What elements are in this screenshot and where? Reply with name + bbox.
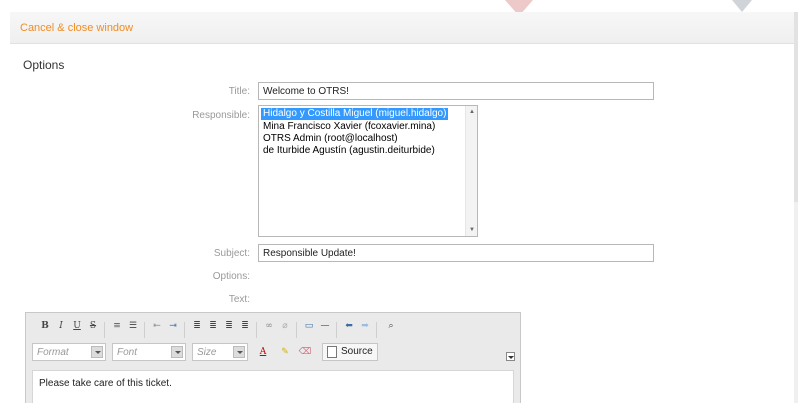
underline-icon[interactable]: U [70, 319, 84, 333]
unlink-icon[interactable]: ⌀ [278, 319, 292, 333]
source-button[interactable]: Source [322, 343, 378, 361]
link-icon[interactable]: ∞ [262, 319, 276, 333]
cancel-close-link[interactable]: Cancel & close window [20, 22, 133, 34]
title-label: Title: [228, 86, 250, 97]
format-placeholder: Format [37, 347, 69, 358]
image-icon[interactable]: ▭ [302, 319, 316, 333]
toolbar-separator [296, 322, 297, 338]
toolbar-separator [104, 322, 105, 338]
align-left-icon[interactable]: ≣ [190, 319, 204, 333]
undo-icon[interactable]: ⬅ [342, 319, 356, 333]
responsible-select[interactable]: Hidalgo y Costilla Miguel (miguel.hidalg… [258, 105, 478, 237]
background-color-icon[interactable]: ✎ [278, 345, 292, 359]
horizontal-rule-icon[interactable]: — [318, 319, 332, 333]
responsible-option-selected[interactable]: Hidalgo y Costilla Miguel (miguel.hidalg… [261, 108, 449, 120]
rich-text-editor[interactable]: B I U S ≡ ☰ ⇤ ⇥ ≣ ≣ ≣ ≣ ∞ ⌀ ▭ — ⬅ ➡ ⌕ Fo… [25, 312, 521, 403]
outdent-icon[interactable]: ⇤ [150, 319, 164, 333]
scroll-up-icon[interactable]: ▲ [469, 109, 475, 115]
responsible-scrollbar[interactable]: ▲ ▼ [465, 106, 477, 236]
responsible-option[interactable]: Mina Francisco Xavier (fcoxavier.mina) [261, 121, 437, 133]
size-dropdown[interactable]: Size [192, 343, 248, 361]
indent-icon[interactable]: ⇥ [166, 319, 180, 333]
responsible-label: Responsible: [192, 110, 250, 121]
background-decoration-gray [732, 0, 752, 12]
toolbar-separator [336, 322, 337, 338]
align-right-icon[interactable]: ≣ [222, 319, 236, 333]
editor-toolbar-row-2: Format Font Size A ✎ ⌫ Source [32, 343, 516, 365]
title-input[interactable] [258, 82, 654, 100]
font-placeholder: Font [117, 347, 138, 358]
text-color-icon[interactable]: A [256, 345, 270, 359]
responsible-option[interactable]: OTRS Admin (root@localhost) [261, 133, 400, 145]
options-label: Options: [212, 271, 250, 282]
window-header: Cancel & close window [10, 12, 794, 44]
source-label: Source [341, 346, 373, 357]
justify-icon[interactable]: ≣ [238, 319, 252, 333]
italic-icon[interactable]: I [54, 319, 68, 333]
collapse-toolbar-icon[interactable] [506, 352, 515, 361]
section-title: Options [23, 58, 65, 72]
scroll-down-icon[interactable]: ▼ [469, 227, 475, 233]
format-dropdown[interactable]: Format [32, 343, 106, 361]
subject-input[interactable] [258, 244, 654, 262]
toolbar-separator [144, 322, 145, 338]
redo-icon[interactable]: ➡ [358, 319, 372, 333]
text-label: Text: [228, 294, 250, 305]
find-icon[interactable]: ⌕ [384, 319, 398, 333]
size-placeholder: Size [197, 347, 217, 358]
subject-label: Subject: [213, 248, 250, 259]
bold-icon[interactable]: B [38, 319, 52, 333]
page-scrollbar-thumb[interactable] [794, 12, 798, 202]
strikethrough-icon[interactable]: S [86, 319, 100, 333]
remove-format-icon[interactable]: ⌫ [298, 345, 312, 359]
chevron-down-icon[interactable] [91, 346, 103, 358]
toolbar-separator [184, 322, 185, 338]
responsible-option[interactable]: de Iturbide Agustín (agustin.deiturbide) [261, 145, 437, 157]
chevron-down-icon[interactable] [233, 346, 245, 358]
toolbar-separator [256, 322, 257, 338]
editor-body-text: Please take care of this ticket. [39, 378, 172, 389]
source-icon [327, 346, 337, 358]
editor-content-area[interactable]: Please take care of this ticket. [32, 370, 514, 403]
align-center-icon[interactable]: ≣ [206, 319, 220, 333]
numbered-list-icon[interactable]: ≡ [110, 319, 124, 333]
toolbar-separator [376, 322, 377, 338]
font-dropdown[interactable]: Font [112, 343, 186, 361]
chevron-down-icon[interactable] [171, 346, 183, 358]
bulleted-list-icon[interactable]: ☰ [126, 319, 140, 333]
